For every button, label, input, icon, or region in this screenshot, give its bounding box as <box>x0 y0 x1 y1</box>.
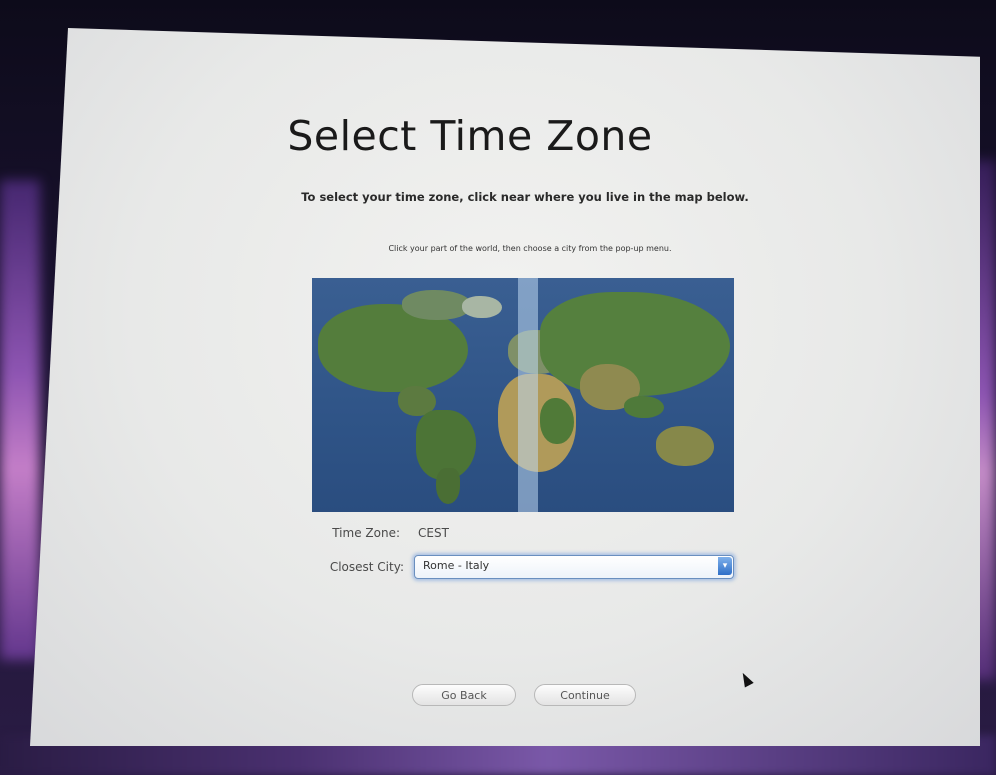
time-zone-label: Time Zone: <box>332 526 400 540</box>
instruction-text: Click your part of the world, then choos… <box>388 244 672 253</box>
southern-africa-land <box>540 398 574 444</box>
time-zone-value: CEST <box>418 526 449 540</box>
wallpaper-glow-left <box>0 180 40 660</box>
page-subtitle: To select your time zone, click near whe… <box>301 190 749 204</box>
greenland-land <box>462 296 502 318</box>
world-map[interactable] <box>312 278 734 512</box>
page-title: Select Time Zone <box>287 112 653 160</box>
closest-city-value: Rome - Italy <box>418 558 512 574</box>
selected-time-zone-band <box>518 278 538 512</box>
chevron-down-icon[interactable]: ▾ <box>718 557 732 575</box>
go-back-button[interactable]: Go Back <box>412 684 516 706</box>
southeast-asia-land <box>624 396 664 418</box>
closest-city-label: Closest City: <box>329 560 404 574</box>
south-america-tip-land <box>436 468 460 504</box>
continue-button[interactable]: Continue <box>534 684 636 706</box>
australia-land <box>656 426 714 466</box>
closest-city-select[interactable]: Rome - Italy ▾ <box>414 555 734 579</box>
